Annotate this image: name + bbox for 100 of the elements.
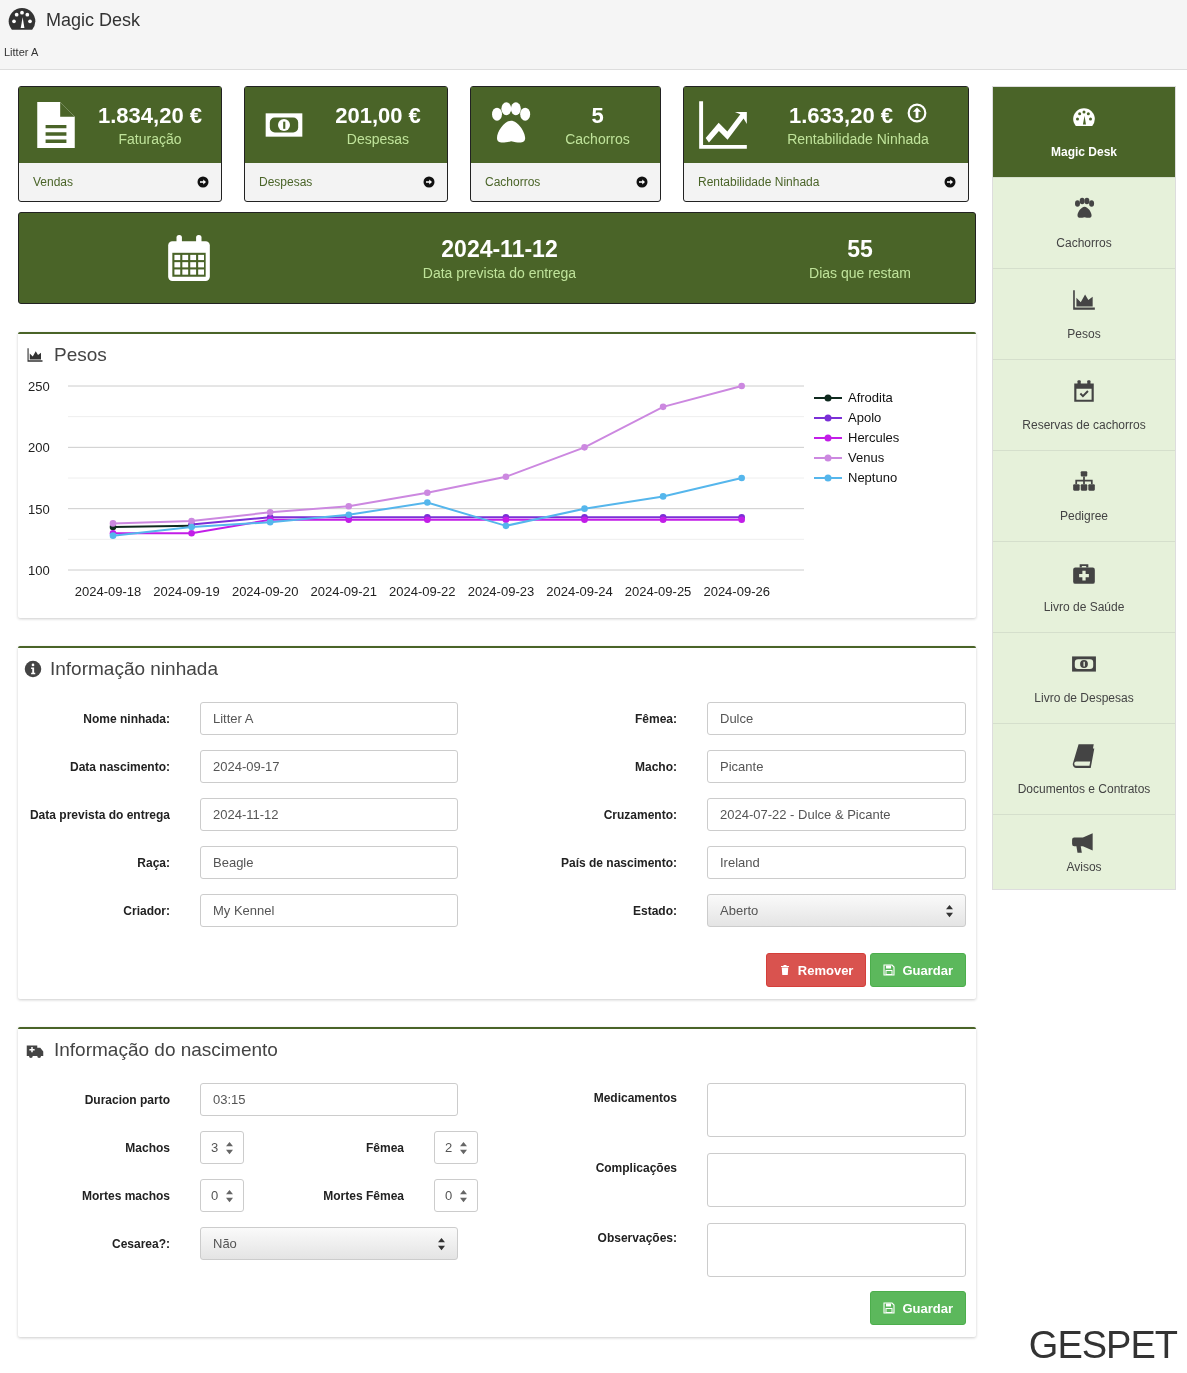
sidebar-item[interactable]: Cachorros — [993, 178, 1175, 269]
legend-label: Afrodita — [848, 390, 893, 405]
y-axis-label: 150 — [28, 501, 50, 517]
point — [345, 502, 353, 510]
remove-button[interactable]: Remover — [765, 953, 867, 987]
legend-label: Venus — [848, 450, 885, 465]
x-axis-label: 2024-09-23 — [467, 584, 535, 599]
input-dropdown[interactable]: Aberto — [707, 894, 966, 927]
field-label: Complicações — [594, 1161, 677, 1175]
point — [188, 529, 195, 537]
point — [659, 493, 667, 500]
point — [424, 489, 431, 497]
point — [659, 403, 667, 411]
input-field[interactable]: Dulce — [707, 702, 966, 735]
x-axis-label: 2024-09-20 — [231, 584, 299, 599]
sidebar-item[interactable]: Magic Desk — [993, 87, 1175, 178]
updown-icon — [946, 903, 953, 918]
due-date-label: Data prevista do entrega — [421, 264, 578, 281]
arrow-right-icon — [197, 176, 209, 188]
stat-label: Faturação — [117, 131, 183, 147]
sidebar-item[interactable]: Documentos e Contratos — [993, 724, 1175, 815]
point — [502, 522, 510, 530]
arrow-right-icon — [636, 176, 648, 188]
x-axis-label: 2024-09-18 — [74, 584, 142, 599]
point — [581, 444, 588, 451]
input-field[interactable]: 2024-07-22 - Dulce & Picante — [707, 798, 966, 831]
point — [738, 382, 745, 390]
y-axis-label: 200 — [28, 440, 50, 456]
logo-text: GESPET — [1028, 1324, 1177, 1367]
input-field[interactable]: Ireland — [707, 846, 966, 879]
legend-label: Apolo — [848, 410, 882, 425]
input-field[interactable]: 2024-11-12 — [200, 798, 458, 831]
field-label: País de nascimento: — [559, 855, 677, 870]
card-footer-link[interactable]: Despesas — [245, 163, 447, 201]
card-footer-link[interactable]: Rentabilidade Ninhada — [684, 163, 968, 201]
sidebar-item[interactable]: Pesos — [993, 269, 1175, 360]
x-axis-label: 2024-09-25 — [624, 584, 692, 599]
point — [266, 509, 274, 516]
field-label: Observações: — [596, 1231, 677, 1245]
spinner-icon — [460, 1140, 467, 1155]
panel-title: Informação ninhada — [50, 658, 218, 680]
y-axis-label: 250 — [28, 379, 50, 394]
panel-title: Informação do nascimento — [54, 1039, 278, 1061]
input-field[interactable]: Litter A — [200, 702, 458, 735]
point — [581, 505, 588, 512]
input-field[interactable]: 2024-09-17 — [200, 750, 458, 783]
stat-value: 5 — [591, 103, 604, 129]
days-remaining: 55 — [847, 235, 873, 263]
field-label: Fêmea: — [633, 711, 677, 726]
x-axis-label: 2024-09-26 — [703, 584, 770, 599]
save-icon — [883, 964, 896, 976]
stat-label: Despesas — [345, 131, 411, 147]
number-field[interactable]: 3 — [200, 1131, 244, 1164]
legend-label: Neptuno — [848, 470, 898, 485]
point — [424, 499, 431, 506]
text-area[interactable] — [707, 1223, 966, 1277]
days-remaining-label: Dias que restam — [808, 264, 912, 281]
panel-title: Pesos — [54, 344, 107, 366]
field-label: Data prevista do entrega — [28, 807, 170, 822]
number-field[interactable]: 0 — [434, 1179, 478, 1212]
field-label: Cesarea?: — [110, 1236, 170, 1251]
sidebar-item[interactable]: Livro de Despesas — [993, 633, 1175, 724]
sidebar-item[interactable]: Avisos — [993, 815, 1175, 889]
field-label: Duracion parto — [83, 1092, 170, 1107]
arrow-right-icon — [944, 176, 956, 188]
save-icon — [883, 1302, 896, 1314]
field-label: Nome ninhada: — [82, 711, 170, 726]
info-icon — [24, 660, 42, 678]
updown-icon — [438, 1236, 445, 1251]
input-field[interactable]: Beagle — [200, 846, 458, 879]
input-field[interactable]: Picante — [707, 750, 966, 783]
sidebar-item[interactable]: Reservas de cachorros — [993, 360, 1175, 451]
field-label: Cruzamento: — [602, 807, 677, 822]
stat-label: Rentabilidade Ninhada — [786, 131, 930, 147]
area-chart-icon — [1070, 287, 1098, 313]
number-field[interactable]: 0 — [200, 1179, 244, 1212]
app-title: Magic Desk — [46, 9, 141, 31]
arrow-right-icon — [423, 176, 435, 188]
stat-label: Cachorros — [564, 131, 631, 147]
number-field[interactable]: 2 — [434, 1131, 478, 1164]
text-area[interactable] — [707, 1083, 966, 1137]
x-axis-label: 2024-09-19 — [153, 584, 220, 599]
input-field[interactable]: 03:15 — [200, 1083, 458, 1116]
y-axis-label: 100 — [28, 563, 50, 578]
x-axis-label: 2024-09-21 — [310, 584, 377, 599]
card-footer-link[interactable]: Cachorros — [471, 163, 660, 201]
litter-name: Litter A — [4, 46, 39, 58]
stat-value: 1.633,20 € — [789, 103, 893, 129]
select-dropdown[interactable]: Não — [200, 1227, 458, 1260]
field-label: Machos — [124, 1140, 170, 1155]
field-label: Medicamentos — [592, 1091, 677, 1105]
field-label: Raça: — [136, 855, 170, 870]
text-area[interactable] — [707, 1153, 966, 1207]
sidebar-item[interactable]: Pedigree — [993, 451, 1175, 542]
field-label: Data nascimento: — [68, 759, 170, 774]
field-label: Fêmea — [364, 1140, 404, 1155]
input-field[interactable]: My Kennel — [200, 894, 458, 927]
x-axis-label: 2024-09-24 — [546, 584, 613, 599]
sidebar-item[interactable]: Livro de Saúde — [993, 542, 1175, 633]
card-footer-link[interactable]: Vendas — [19, 163, 221, 201]
